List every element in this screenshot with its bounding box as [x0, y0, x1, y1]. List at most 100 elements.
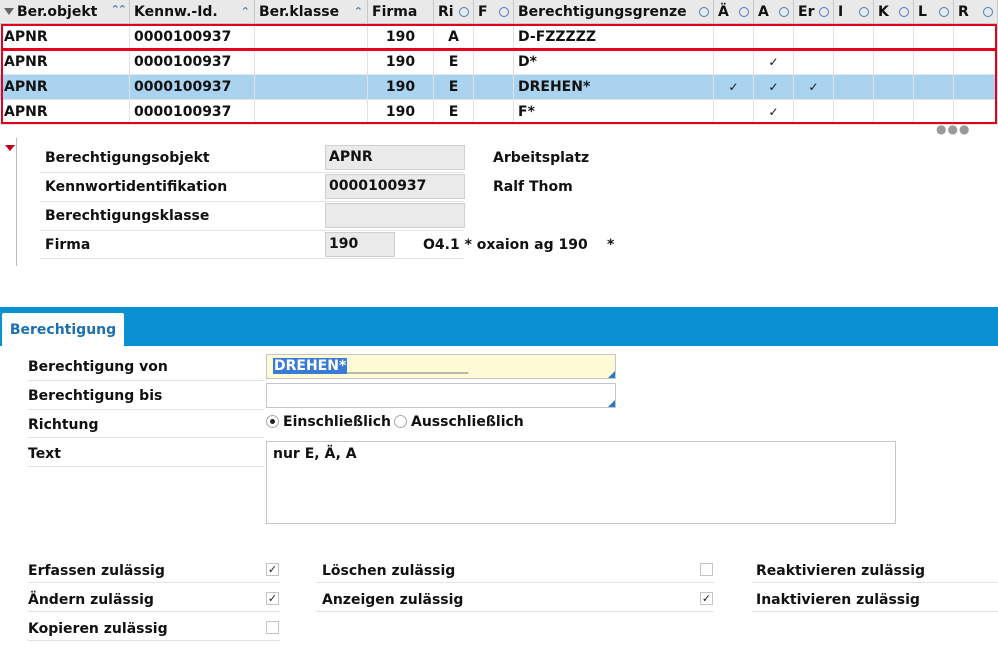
cell-f — [474, 75, 514, 99]
column-option-icon[interactable] — [939, 7, 949, 17]
column-header-k[interactable]: K — [874, 0, 914, 24]
klasse-field — [325, 203, 465, 228]
column-header-objekt[interactable]: Ber.objekt ⌃⌃ — [0, 0, 130, 24]
table-row[interactable]: APNR 0000100937 190 E DREHEN* ✓ ✓ ✓ — [0, 75, 998, 100]
richtung-label: Richtung — [28, 417, 99, 433]
loeschen-label: Löschen zulässig — [322, 563, 456, 579]
cell-f — [474, 25, 514, 49]
loeschen-checkbox[interactable] — [700, 563, 713, 576]
radio-einschliesslich[interactable]: Einschließlich — [266, 413, 391, 431]
column-option-icon[interactable] — [859, 7, 869, 17]
cell-grenze: DREHEN* — [514, 75, 714, 99]
cell-r — [954, 50, 998, 74]
column-header-kennw[interactable]: Kennw.-Id. ⌃ — [130, 0, 255, 24]
table-row[interactable]: APNR 0000100937 190 E F* ✓ — [0, 100, 998, 125]
objekt-label: Berechtigungsobjekt — [45, 150, 210, 166]
radio-ausschliesslich[interactable]: Ausschließlich — [394, 413, 524, 431]
column-header-label: Berechtigungsgrenze — [518, 4, 687, 20]
checkmark-icon: ✓ — [267, 592, 278, 605]
value-help-icon[interactable] — [608, 400, 615, 407]
table-row[interactable]: APNR 0000100937 190 E D* ✓ — [0, 50, 998, 75]
column-option-icon[interactable] — [899, 7, 909, 17]
cell-objekt: APNR — [0, 100, 130, 124]
von-fill: ____________________ — [347, 358, 468, 374]
column-header-firma[interactable]: Firma — [368, 0, 434, 24]
cell-k — [874, 100, 914, 124]
tab-strip — [0, 307, 998, 346]
detail-row-line — [40, 258, 464, 259]
firma-star: * — [607, 237, 615, 253]
kopieren-checkbox[interactable] — [266, 621, 279, 634]
resize-grip-icon[interactable]: ●●● — [936, 123, 970, 135]
radio-label: Ausschließlich — [411, 414, 524, 430]
detail-divider — [16, 138, 17, 266]
firma-description: O4.1 * oxaion ag 190 — [423, 237, 588, 253]
cell-firma: 190 — [368, 25, 434, 49]
cell-k — [874, 75, 914, 99]
column-option-icon[interactable] — [739, 7, 749, 17]
perm-row-line — [316, 582, 714, 583]
perm-row-line — [28, 640, 280, 641]
column-header-grenze[interactable]: Berechtigungsgrenze — [514, 0, 714, 24]
bis-label: Berechtigung bis — [28, 388, 163, 404]
firma-label: Firma — [45, 237, 91, 253]
kennw-field: 0000100937 — [325, 174, 465, 199]
kennw-label: Kennwortidentifikation — [45, 179, 228, 195]
table-row[interactable]: APNR 0000100937 190 A D-FZZZZZ — [0, 25, 998, 50]
column-header-klasse[interactable]: Ber.klasse ⌃ — [255, 0, 368, 24]
sort-double-icon[interactable]: ⌃⌃ — [111, 4, 128, 16]
perm-row-line — [28, 611, 280, 612]
firma-field: 190 — [325, 232, 395, 257]
column-header-ri[interactable]: Ri — [434, 0, 474, 24]
column-header-label: F — [478, 4, 488, 20]
aendern-checkbox[interactable]: ✓ — [266, 592, 279, 605]
column-header-label: Kennw.-Id. — [134, 4, 218, 20]
cell-i — [834, 100, 874, 124]
form-row-line — [28, 380, 264, 381]
filter-icon[interactable] — [4, 7, 14, 15]
berechtigung-von-input[interactable]: DREHEN*____________________ — [266, 354, 616, 379]
cell-firma: 190 — [368, 75, 434, 99]
column-header-f[interactable]: F — [474, 0, 514, 24]
cell-a: ✓ — [754, 100, 794, 124]
cell-grenze: D* — [514, 50, 714, 74]
berechtigung-bis-input[interactable] — [266, 383, 616, 408]
column-option-icon[interactable] — [699, 7, 709, 17]
form-row-line — [28, 466, 264, 467]
cell-ri: E — [434, 50, 474, 74]
column-option-icon[interactable] — [459, 7, 469, 17]
cell-ae — [714, 100, 754, 124]
column-header-r[interactable]: R — [954, 0, 998, 24]
cell-klasse — [255, 75, 368, 99]
column-option-icon[interactable] — [819, 7, 829, 17]
cell-l — [914, 50, 954, 74]
column-header-ae[interactable]: Ä — [714, 0, 754, 24]
anzeigen-checkbox[interactable]: ✓ — [700, 592, 713, 605]
value-help-icon[interactable] — [608, 371, 615, 378]
column-header-label: Ber.klasse — [259, 4, 340, 20]
tab-berechtigung[interactable]: Berechtigung — [2, 313, 124, 347]
column-header-i[interactable]: I — [834, 0, 874, 24]
cell-r — [954, 25, 998, 49]
cell-f — [474, 100, 514, 124]
detail-row-line — [40, 201, 464, 202]
text-area[interactable]: nur E, Ä, A — [266, 441, 896, 524]
sort-up-icon[interactable]: ⌃ — [241, 0, 250, 24]
cell-objekt: APNR — [0, 75, 130, 99]
cell-klasse — [255, 25, 368, 49]
aendern-label: Ändern zulässig — [28, 592, 154, 608]
cell-objekt: APNR — [0, 50, 130, 74]
sort-up-icon[interactable]: ⌃ — [354, 0, 363, 24]
erfassen-checkbox[interactable]: ✓ — [266, 563, 279, 576]
column-option-icon[interactable] — [779, 7, 789, 17]
column-header-l[interactable]: L — [914, 0, 954, 24]
collapse-toggle-icon[interactable] — [5, 145, 15, 151]
perm-row-line — [28, 582, 280, 583]
column-header-a[interactable]: A — [754, 0, 794, 24]
column-header-er[interactable]: Er — [794, 0, 834, 24]
column-header-label: Firma — [372, 4, 418, 20]
cell-kennw: 0000100937 — [130, 25, 255, 49]
objekt-field: APNR — [325, 145, 465, 170]
column-option-icon[interactable] — [499, 7, 509, 17]
column-option-icon[interactable] — [983, 7, 993, 17]
